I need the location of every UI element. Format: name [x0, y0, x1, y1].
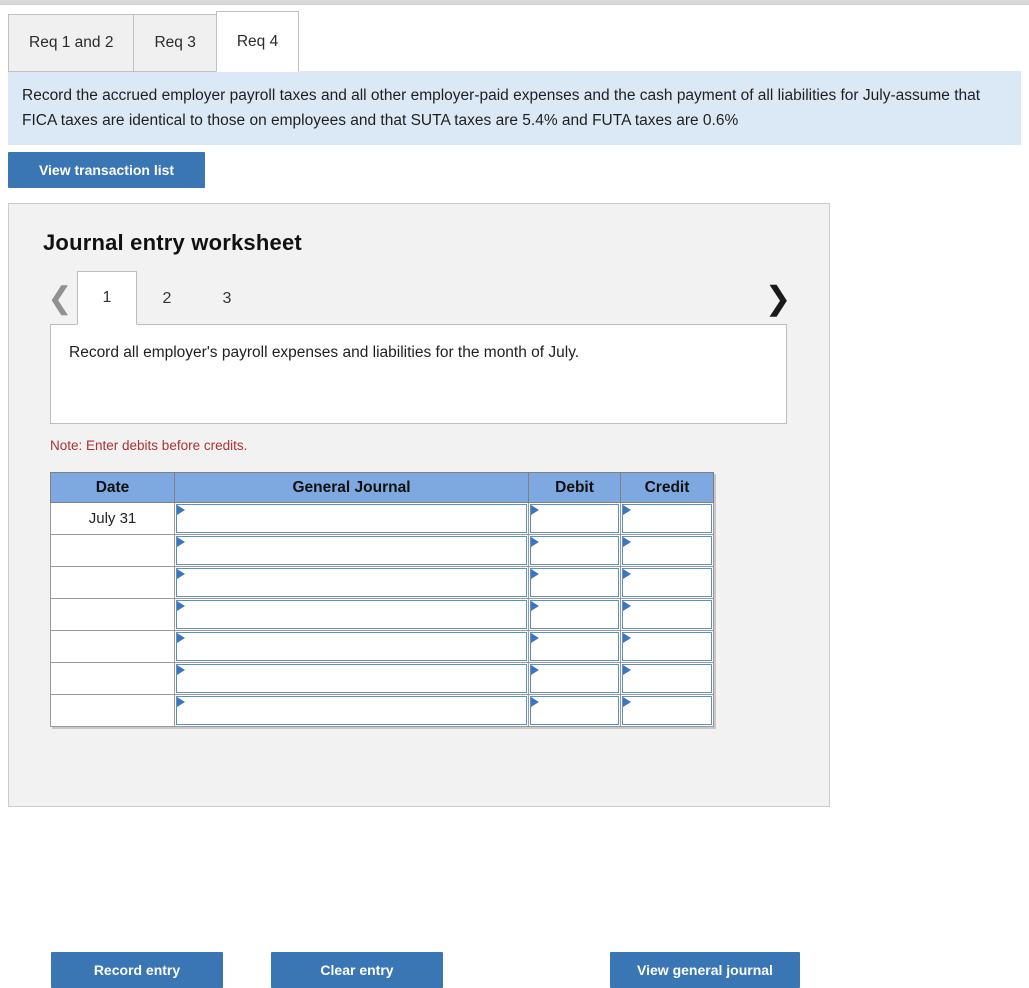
table-row — [50, 694, 714, 727]
cell-date[interactable] — [50, 598, 175, 631]
cell-debit[interactable] — [528, 598, 621, 631]
debit-input[interactable] — [530, 536, 619, 565]
credit-input[interactable] — [622, 664, 712, 693]
cell-date[interactable] — [50, 662, 175, 695]
credit-input[interactable] — [622, 696, 712, 725]
cell-date[interactable] — [50, 534, 175, 567]
worksheet-page-label: 3 — [222, 289, 232, 307]
column-header-general-journal: General Journal — [174, 472, 529, 503]
debit-input[interactable] — [530, 504, 619, 533]
table-row — [50, 662, 714, 695]
debit-input[interactable] — [530, 664, 619, 693]
table-row — [50, 534, 714, 567]
journal-table-body: July 31 — [50, 502, 714, 727]
worksheet-description-box: Record all employer's payroll expenses a… — [50, 324, 787, 424]
general-journal-input[interactable] — [176, 664, 527, 693]
cell-debit[interactable] — [528, 534, 621, 567]
table-row: July 31 — [50, 502, 714, 535]
cell-date[interactable] — [50, 630, 175, 663]
cell-general-journal[interactable] — [174, 694, 529, 727]
table-row — [50, 566, 714, 599]
cell-debit[interactable] — [528, 662, 621, 695]
column-header-date: Date — [50, 472, 175, 503]
general-journal-input[interactable] — [176, 504, 527, 533]
general-journal-input[interactable] — [176, 568, 527, 597]
general-journal-input[interactable] — [176, 632, 527, 661]
tab-req-4[interactable]: Req 4 — [215, 11, 300, 72]
debit-input[interactable] — [530, 632, 619, 661]
general-journal-input[interactable] — [176, 696, 527, 725]
journal-entry-table: Date General Journal Debit Credit July 3… — [50, 472, 714, 727]
credit-input[interactable] — [622, 632, 712, 661]
clear-entry-label: Clear entry — [320, 962, 394, 978]
table-row — [50, 598, 714, 631]
credit-input[interactable] — [622, 504, 712, 533]
worksheet-page-label: 1 — [102, 289, 112, 306]
tab-label: Req 1 and 2 — [29, 34, 114, 51]
cell-general-journal[interactable] — [174, 598, 529, 631]
cell-credit[interactable] — [620, 630, 714, 663]
general-journal-input[interactable] — [176, 600, 527, 629]
cell-general-journal[interactable] — [174, 566, 529, 599]
page-title: Journal entry worksheet — [43, 230, 302, 255]
cell-general-journal[interactable] — [174, 662, 529, 695]
instruction-banner: Record the accrued employer payroll taxe… — [8, 71, 1021, 145]
credit-input[interactable] — [622, 600, 712, 629]
clear-entry-button[interactable]: Clear entry — [271, 952, 443, 988]
view-general-journal-label: View general journal — [637, 962, 773, 978]
chevron-right-icon[interactable]: ❯ — [761, 276, 795, 320]
tab-label: Req 3 — [154, 34, 196, 51]
requirement-tabs: Req 1 and 2 Req 3 Req 4 — [8, 11, 300, 72]
cell-credit[interactable] — [620, 566, 714, 599]
cell-credit[interactable] — [620, 534, 714, 567]
table-header-row: Date General Journal Debit Credit — [50, 472, 714, 503]
cell-debit[interactable] — [528, 566, 621, 599]
worksheet-page-label: 2 — [162, 289, 172, 307]
record-entry-label: Record entry — [93, 962, 181, 978]
instruction-text: Record the accrued employer payroll taxe… — [22, 87, 981, 129]
worksheet-page-3[interactable]: 3 — [197, 272, 257, 324]
cell-general-journal[interactable] — [174, 534, 529, 567]
column-header-credit: Credit — [620, 472, 714, 503]
cell-credit[interactable] — [620, 694, 714, 727]
debit-input[interactable] — [530, 600, 619, 629]
cell-credit[interactable] — [620, 502, 714, 535]
cell-debit[interactable] — [528, 502, 621, 535]
cell-credit[interactable] — [620, 598, 714, 631]
view-transaction-list-button[interactable]: View transaction list — [8, 152, 205, 188]
column-header-debit: Debit — [528, 472, 621, 503]
credit-input[interactable] — [622, 568, 712, 597]
worksheet-description-text: Record all employer's payroll expenses a… — [69, 344, 580, 361]
cell-date[interactable] — [50, 566, 175, 599]
chevron-left-icon[interactable]: ❮ — [43, 276, 77, 320]
tab-label: Req 4 — [236, 32, 279, 50]
cell-debit[interactable] — [528, 694, 621, 727]
tab-req-1-and-2[interactable]: Req 1 and 2 — [8, 14, 135, 72]
credit-input[interactable] — [622, 536, 712, 565]
top-strip — [0, 0, 1029, 5]
worksheet-pager: ❮ 1 2 3 ❯ — [43, 271, 795, 325]
table-row — [50, 630, 714, 663]
cell-date[interactable]: July 31 — [50, 502, 175, 535]
journal-table-wrapper: Date General Journal Debit Credit July 3… — [50, 472, 714, 727]
cell-date[interactable] — [50, 694, 175, 727]
worksheet-page-2[interactable]: 2 — [137, 272, 197, 324]
journal-entry-panel: Journal entry worksheet ❮ 1 2 3 ❯ Record… — [8, 203, 830, 988]
cell-general-journal[interactable] — [174, 502, 529, 535]
view-transaction-list-label: View transaction list — [38, 162, 175, 178]
view-general-journal-button[interactable]: View general journal — [610, 952, 800, 988]
debit-input[interactable] — [530, 568, 619, 597]
cell-credit[interactable] — [620, 662, 714, 695]
record-entry-button[interactable]: Record entry — [51, 952, 223, 988]
tab-req-3[interactable]: Req 3 — [133, 14, 217, 72]
general-journal-input[interactable] — [176, 536, 527, 565]
cell-debit[interactable] — [528, 630, 621, 663]
debits-before-credits-note: Note: Enter debits before credits. — [50, 438, 248, 453]
worksheet-page-1[interactable]: 1 — [77, 271, 137, 325]
cell-general-journal[interactable] — [174, 630, 529, 663]
debit-input[interactable] — [530, 696, 619, 725]
